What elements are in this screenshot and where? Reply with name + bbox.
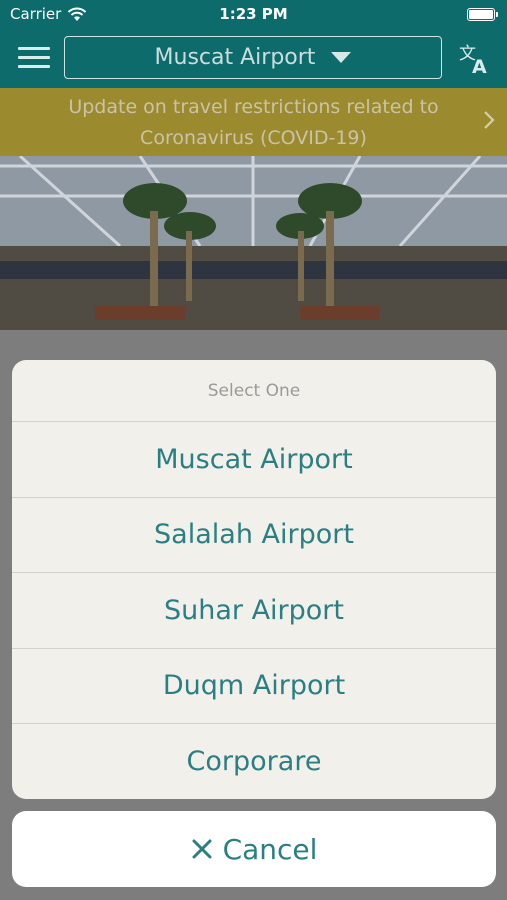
airport-selector[interactable]: Muscat Airport <box>64 36 442 79</box>
action-sheet-title: Select One <box>12 360 496 422</box>
option-muscat-airport[interactable]: Muscat Airport <box>12 422 496 498</box>
option-corporare[interactable]: Corporare <box>12 724 496 799</box>
header: Muscat Airport 文 A <box>0 30 507 88</box>
status-bar: Carrier 1:23 PM <box>0 0 507 30</box>
cancel-label: Cancel <box>222 832 318 866</box>
status-time: 1:23 PM <box>219 5 288 23</box>
banner-text: Update on travel restrictions related to… <box>68 96 439 149</box>
svg-text:A: A <box>472 56 487 76</box>
terminal-illustration <box>0 156 507 330</box>
airport-selector-label: Muscat Airport <box>154 45 316 70</box>
cancel-button[interactable]: Cancel <box>12 811 496 887</box>
battery-icon <box>467 8 498 21</box>
caret-down-icon <box>331 52 352 63</box>
option-salalah-airport[interactable]: Salalah Airport <box>12 498 496 573</box>
battery-level <box>469 10 493 19</box>
battery-tip <box>496 12 498 17</box>
covid-banner[interactable]: Update on travel restrictions related to… <box>0 88 507 156</box>
hamburger-menu-icon[interactable] <box>18 47 50 69</box>
close-icon <box>192 839 212 859</box>
option-suhar-airport[interactable]: Suhar Airport <box>12 573 496 649</box>
translate-icon[interactable]: 文 A <box>457 40 493 76</box>
chevron-right-icon <box>484 111 495 129</box>
option-duqm-airport[interactable]: Duqm Airport <box>12 649 496 724</box>
action-sheet: Select One Muscat Airport Salalah Airpor… <box>12 360 496 799</box>
airport-hero-image <box>0 156 507 330</box>
